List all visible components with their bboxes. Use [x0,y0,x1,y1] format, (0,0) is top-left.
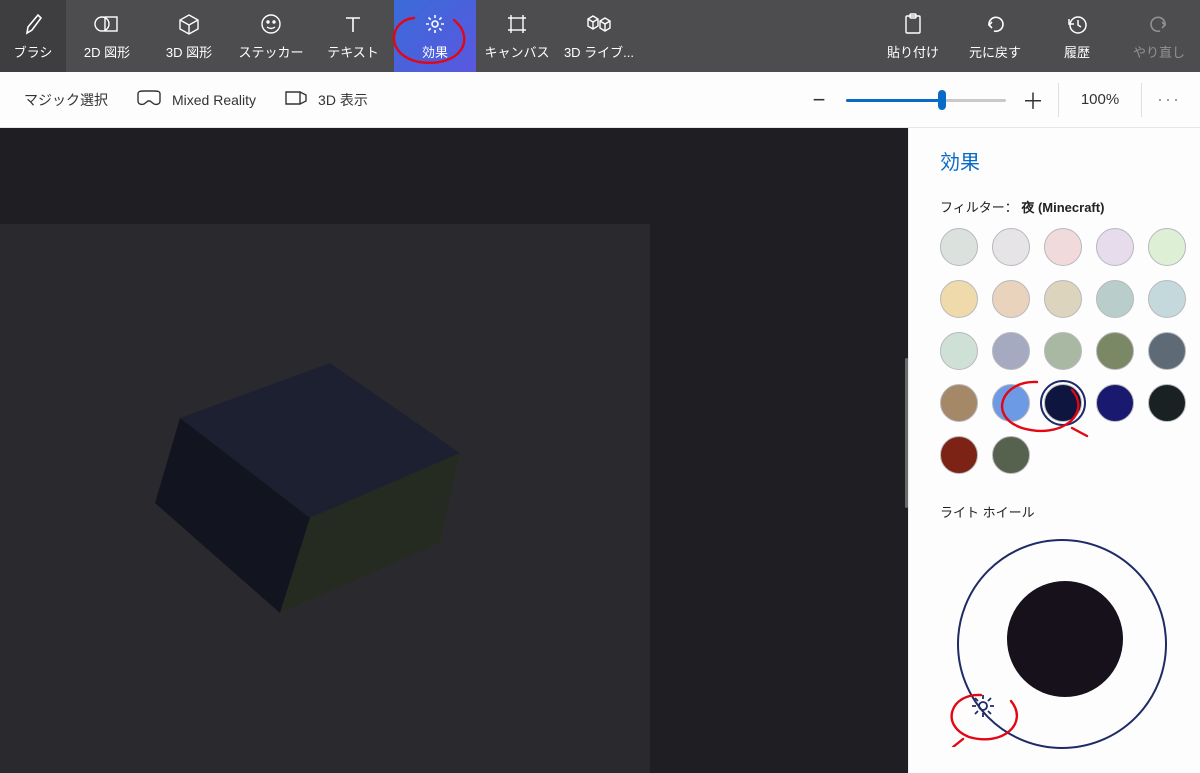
canvas-icon [506,12,528,36]
vertical-scrollbar[interactable] [905,358,908,508]
redo-icon [1148,12,1170,36]
filter-swatch[interactable] [940,384,978,422]
shapes-2d-icon [94,12,120,36]
label: 履歴 [1064,42,1090,61]
toolbar-right-group: 貼り付け 元に戻す 履歴 やり直し [872,0,1200,72]
filter-swatch[interactable] [1096,228,1134,266]
filter-swatch-grid [940,228,1184,474]
history-icon [1066,12,1088,36]
filter-swatch[interactable] [1044,228,1082,266]
label: ブラシ [14,42,53,61]
filter-swatch[interactable] [1148,332,1186,370]
filter-prefix: フィルター： [940,200,1021,215]
tool-3d-library[interactable]: 3D ライブ... [558,0,640,72]
filter-swatch[interactable] [940,228,978,266]
tool-brush[interactable]: ブラシ [0,0,66,72]
cube-3d-object[interactable] [120,278,490,618]
shapes-3d-icon [178,12,200,36]
tool-effects[interactable]: 効果 [394,0,476,72]
filter-swatch[interactable] [992,332,1030,370]
separator [1058,83,1059,117]
top-toolbar: ブラシ 2D 図形 3D 図形 ステッカ [0,0,1200,72]
filter-swatch[interactable] [992,228,1030,266]
library-3d-icon [586,12,612,36]
zoom-slider[interactable] [846,88,1006,112]
label: 3D 表示 [318,90,368,110]
label: テキスト [327,42,379,61]
tool-text[interactable]: テキスト [312,0,394,72]
filter-swatch[interactable] [940,280,978,318]
light-wheel-center[interactable] [1007,581,1123,697]
filter-swatch[interactable] [1096,332,1134,370]
view-3d-icon [284,89,308,110]
filter-swatch[interactable] [1148,280,1186,318]
mixed-reality-button[interactable]: Mixed Reality [122,72,270,127]
zoom-in-button[interactable]: ＋ [1014,81,1052,119]
label: 効果 [422,42,448,61]
zoom-out-button[interactable]: − [800,81,838,119]
label: 3D ライブ... [564,42,634,61]
magic-select-button[interactable]: マジック選択 [10,72,122,127]
history-button[interactable]: 履歴 [1036,0,1118,72]
label: やり直し [1133,42,1185,61]
label: キャンバス [484,42,549,61]
filter-swatch[interactable] [1044,384,1082,422]
paste-icon [903,12,923,36]
undo-button[interactable]: 元に戻す [954,0,1036,72]
filter-swatch[interactable] [992,384,1030,422]
label: 3D 図形 [166,42,212,61]
main-area: 効果 フィルター： 夜 (Minecraft) ライト ホイール [0,128,1200,773]
toolbar-left-group: ブラシ 2D 図形 3D 図形 ステッカ [0,0,640,72]
view-3d-button[interactable]: 3D 表示 [270,72,382,127]
label: ステッカー [238,42,303,61]
light-wheel[interactable] [957,539,1167,749]
tool-3d-shapes[interactable]: 3D 図形 [148,0,230,72]
light-wheel-label: ライト ホイール [940,502,1184,521]
separator [1141,83,1142,117]
filter-swatch[interactable] [1148,384,1186,422]
canvas-viewport[interactable] [0,128,908,773]
filter-swatch[interactable] [1096,384,1134,422]
effects-panel: 効果 フィルター： 夜 (Minecraft) ライト ホイール [916,128,1200,773]
sticker-icon [260,12,282,36]
label: マジック選択 [24,90,108,110]
filter-swatch[interactable] [992,280,1030,318]
filter-swatch[interactable] [1044,332,1082,370]
brush-icon [23,12,43,36]
label: 元に戻す [969,42,1021,61]
paste-button[interactable]: 貼り付け [872,0,954,72]
sun-icon[interactable] [969,692,997,725]
slider-fill [846,99,942,102]
filter-swatch[interactable] [1096,280,1134,318]
tool-2d-shapes[interactable]: 2D 図形 [66,0,148,72]
more-button[interactable]: ··· [1148,89,1190,110]
filter-swatch[interactable] [1148,228,1186,266]
text-icon [343,12,363,36]
undo-icon [984,12,1006,36]
zoom-percent[interactable]: 100% [1065,91,1135,108]
panel-separator [908,128,916,773]
label: 貼り付け [887,42,939,61]
slider-thumb[interactable] [938,90,946,110]
sub-toolbar: マジック選択 Mixed Reality 3D 表示 − ＋ 100% ··· [0,72,1200,128]
label: 2D 図形 [84,42,130,61]
filter-swatch[interactable] [992,436,1030,474]
filter-swatch[interactable] [940,332,978,370]
mixed-reality-icon [136,89,162,110]
label: Mixed Reality [172,92,256,108]
effects-icon [424,12,446,36]
panel-title: 効果 [940,146,1184,175]
tool-sticker[interactable]: ステッカー [230,0,312,72]
filter-name: 夜 (Minecraft) [1021,200,1104,215]
filter-swatch[interactable] [940,436,978,474]
filter-swatch[interactable] [1044,280,1082,318]
tool-canvas[interactable]: キャンバス [476,0,558,72]
filter-label: フィルター： 夜 (Minecraft) [940,197,1184,216]
redo-button[interactable]: やり直し [1118,0,1200,72]
